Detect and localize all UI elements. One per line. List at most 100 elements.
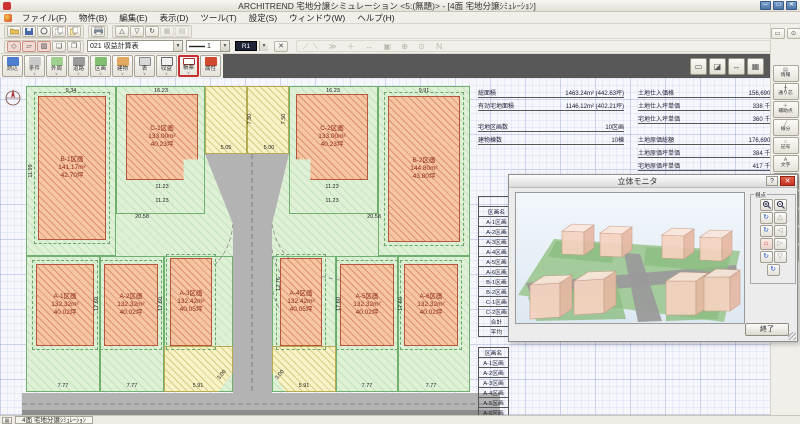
save-icon[interactable] bbox=[22, 25, 36, 37]
summary-value: 10棟 bbox=[611, 138, 624, 144]
print-icon[interactable] bbox=[91, 25, 105, 37]
tilt-down-icon[interactable]: ▽ bbox=[773, 251, 787, 263]
sheet-list-icon[interactable]: ▦ bbox=[2, 416, 12, 424]
mode-icon-7 bbox=[160, 57, 173, 66]
resize-grip[interactable] bbox=[788, 332, 796, 340]
monitor-close-icon[interactable]: ✕ bbox=[780, 176, 795, 186]
select-element-icon[interactable]: ◪ bbox=[709, 57, 726, 75]
menu-1[interactable]: 物件(B) bbox=[73, 13, 113, 23]
mode-button-8[interactable]: 帳票 ∨ bbox=[178, 55, 199, 77]
rotate-down-left-icon[interactable]: ↻ bbox=[759, 251, 773, 263]
summary-block: 総面積 1463.24m² (442.63坪) 有効宅地面積 1146.12m² (4… bbox=[478, 88, 770, 174]
building-7[interactable]: A-4区画 132.42m² 40.05坪 bbox=[276, 254, 326, 350]
mode-button-1[interactable]: 条件 ∨ bbox=[24, 55, 45, 77]
mode-label: 読込 bbox=[6, 66, 18, 72]
menu-4[interactable]: ツール(T) bbox=[194, 13, 242, 23]
zoom-in-icon[interactable] bbox=[759, 199, 773, 211]
mode-icon-1 bbox=[28, 57, 41, 66]
lot-name: A-5区画 bbox=[355, 293, 379, 300]
close-icon[interactable]: ✕ bbox=[786, 1, 797, 10]
snap-grid-icon[interactable]: ▱ bbox=[22, 40, 36, 52]
summary-value: 10区画 bbox=[605, 125, 624, 131]
table-cell: A-6区画 bbox=[478, 407, 509, 415]
menu-5[interactable]: 設定(S) bbox=[243, 13, 283, 23]
snap-intersection-icon[interactable]: ❏ bbox=[52, 40, 66, 52]
building-8[interactable]: A-5区画 132.32m² 40.02坪 bbox=[336, 260, 398, 350]
exit-button[interactable]: 終了 bbox=[745, 323, 789, 336]
menu-2[interactable]: 編集(E) bbox=[113, 13, 153, 23]
maximize-icon[interactable]: □ bbox=[773, 1, 784, 10]
building-3[interactable]: B-2区画 144.80m² 43.80坪 bbox=[384, 92, 464, 246]
snap-endpoint-icon[interactable]: ▨ bbox=[37, 40, 51, 52]
mode-button-4[interactable]: 区画 ∨ bbox=[90, 55, 111, 77]
zoom-prev-icon[interactable]: △ bbox=[115, 25, 129, 37]
monitor-titlebar[interactable]: 立体モニタ ? ✕ bbox=[509, 175, 797, 188]
mode-button-0[interactable]: 読込 bbox=[2, 55, 23, 77]
pan-left-icon[interactable]: ◁ bbox=[773, 225, 787, 237]
lot-tsubo: 40.23坪 bbox=[320, 141, 344, 148]
snap-free-icon[interactable]: ◇ bbox=[7, 40, 21, 52]
circle-tool-icon[interactable] bbox=[37, 25, 51, 37]
menu-7[interactable]: ヘルプ(H) bbox=[351, 13, 400, 23]
column-header: 区画名 bbox=[478, 347, 509, 358]
site-plan[interactable]: B-1区画 141.17m² 42.70坪 C-1区画 133.00m² 40.23坪 C-… bbox=[22, 84, 500, 415]
mode-button-3[interactable]: 道路 ∨ bbox=[68, 55, 89, 77]
snap-midpoint-icon[interactable]: ❐ bbox=[67, 40, 81, 52]
pan-right-icon[interactable]: ▷ bbox=[773, 238, 787, 250]
dimension-label: 5.05 bbox=[220, 145, 232, 151]
pen-combo[interactable]: R1 ▼ bbox=[233, 40, 271, 52]
monitor-viewport[interactable] bbox=[515, 192, 745, 324]
menu-6[interactable]: ウィンドウ(W) bbox=[283, 13, 351, 23]
minimize-icon[interactable]: ─ bbox=[760, 1, 771, 10]
select-box-icon[interactable]: ▭ bbox=[690, 57, 707, 75]
building-6[interactable]: A-3区画 132.42m² 40.05坪 bbox=[166, 254, 216, 350]
line-style-combo[interactable]: 1 ▼ bbox=[186, 40, 230, 52]
annotation-button-5[interactable]: A 文字 bbox=[772, 155, 799, 172]
annotation-button-3[interactable]: ╱ 線分 bbox=[772, 119, 799, 136]
split-vertical-icon[interactable]: ▤ bbox=[175, 25, 189, 37]
zoom-next-icon[interactable]: ▽ bbox=[130, 25, 144, 37]
rotate-up-right-icon[interactable]: ↻ bbox=[759, 225, 773, 237]
building-9[interactable]: A-6区画 132.32m² 40.02坪 bbox=[400, 260, 462, 350]
sheet-copy-icon[interactable] bbox=[52, 25, 66, 37]
annotation-button-1[interactable]: ╂ 通り芯 bbox=[772, 83, 799, 100]
sheet-select-combo[interactable]: 021 収益計算表 ▼ bbox=[87, 40, 183, 52]
dimension-label: 12.76 bbox=[276, 277, 282, 291]
mode-button-5[interactable]: 建物 ∨ bbox=[112, 55, 133, 77]
home-view-icon[interactable]: ⌂ bbox=[759, 238, 773, 250]
measure-icon[interactable]: ↔ bbox=[728, 57, 745, 75]
app-icon bbox=[3, 1, 11, 10]
building-5[interactable]: A-2区画 132.32m² 40.02坪 bbox=[100, 260, 162, 350]
summary-row: 宅地仕入坪単価 360 千円/坪 bbox=[638, 114, 770, 124]
refresh-view-icon[interactable]: ↻ bbox=[145, 25, 159, 37]
table-row: A-6区画 bbox=[478, 407, 509, 415]
active-sheet-tab[interactable]: 4面 宅地分譲ｼﾐｭﾚｰｼｮﾝ bbox=[15, 416, 93, 424]
rotate-up-left-icon[interactable]: ↻ bbox=[759, 212, 773, 224]
pan-tool-icon[interactable]: ▭ bbox=[770, 28, 785, 39]
split-horizontal-icon[interactable]: ▦ bbox=[160, 25, 174, 37]
menu-0[interactable]: ファイル(F) bbox=[16, 13, 73, 23]
zoom-tool-icon[interactable]: ⊙ bbox=[786, 28, 800, 39]
rotate-down-right-icon[interactable]: ↻ bbox=[766, 264, 780, 276]
menu-3[interactable]: 表示(D) bbox=[154, 13, 195, 23]
building-0[interactable]: B-1区画 141.17m² 42.70坪 bbox=[34, 92, 110, 244]
zoom-out-icon[interactable] bbox=[773, 199, 787, 211]
annotation-button-0[interactable]: ▤ 情報 bbox=[772, 65, 799, 82]
mode-button-6[interactable]: 表 ∨ bbox=[134, 55, 155, 77]
reserve-lot-top-left[interactable] bbox=[205, 86, 247, 154]
open-file-icon[interactable] bbox=[7, 25, 21, 37]
mode-button-7[interactable]: 収益 ∨ bbox=[156, 55, 177, 77]
annotation-button-4[interactable]: ○ 記号 bbox=[772, 137, 799, 154]
monitor-window[interactable]: 立体モニタ ? ✕ 視点 ↻ △ ↻ ◁ ⌂ ▷ ↻ ▽ ↻ 終了 bbox=[508, 174, 798, 342]
grid-toggle-icon[interactable]: ▦ bbox=[747, 57, 764, 75]
dimension-label: 5.91 bbox=[192, 383, 204, 389]
mode-button-2[interactable]: 外周 ∨ bbox=[46, 55, 67, 77]
clear-selection-icon[interactable]: ✕ bbox=[274, 40, 288, 52]
sheet-save-icon[interactable] bbox=[67, 25, 81, 37]
mode-button-9[interactable]: 属性 bbox=[200, 55, 221, 77]
annotation-button-2[interactable]: ＋補助点 bbox=[772, 101, 799, 118]
summary-value: 1463.24m² (442.63坪) bbox=[565, 91, 624, 97]
building-4[interactable]: A-1区画 132.32m² 40.02坪 bbox=[32, 260, 98, 350]
help-button[interactable]: ? bbox=[766, 176, 778, 186]
tilt-up-icon[interactable]: △ bbox=[773, 212, 787, 224]
